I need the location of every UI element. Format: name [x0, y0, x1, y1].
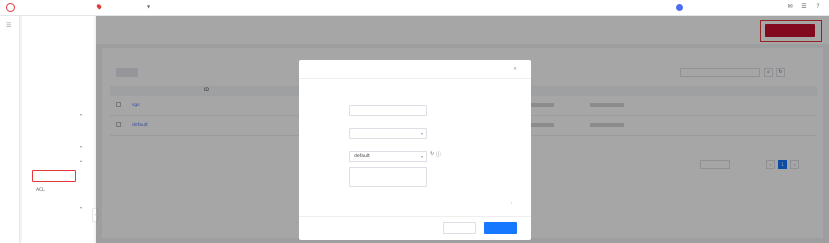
- settings-icon[interactable]: ☰: [800, 3, 808, 11]
- divider: [299, 78, 531, 79]
- name-field[interactable]: [349, 105, 427, 116]
- sidebar-item-security-group[interactable]: [32, 170, 76, 182]
- chevron-down-icon[interactable]: ▾: [80, 144, 82, 149]
- icon-rail: ☰: [0, 16, 20, 243]
- close-icon[interactable]: ×: [513, 66, 517, 72]
- cancel-button[interactable]: [443, 222, 476, 234]
- help-icon[interactable]: ⓘ: [436, 151, 441, 158]
- description-textarea[interactable]: [349, 167, 427, 187]
- project-value: default: [354, 154, 370, 159]
- menu-icon[interactable]: ☰: [6, 22, 11, 29]
- chevron-down-icon[interactable]: ▾: [80, 112, 82, 117]
- cloud-logo-icon[interactable]: [6, 3, 15, 12]
- chevron-down-icon: ▾: [420, 154, 423, 159]
- divider: [299, 216, 531, 217]
- location-pin-icon: [95, 3, 103, 10]
- refresh-icon[interactable]: ↻: [430, 151, 434, 157]
- message-icon[interactable]: ✉: [786, 3, 794, 11]
- confirm-button[interactable]: [484, 222, 517, 234]
- chevron-right-icon[interactable]: ›: [511, 200, 513, 205]
- sidebar-item-acl[interactable]: ACL: [36, 188, 45, 193]
- avatar[interactable]: [676, 4, 683, 11]
- top-bar: ▼ ✉ ☰ ?: [0, 0, 829, 16]
- create-security-group-dialog: × ▾ default ▾ ↻ ⓘ ›: [299, 60, 531, 240]
- sidebar: ▾ ▾ ▴ ACL ▾: [22, 16, 94, 243]
- chevron-down-icon[interactable]: ▾: [80, 205, 82, 210]
- template-select[interactable]: ▾: [349, 128, 427, 139]
- chevron-up-icon[interactable]: ▴: [80, 158, 82, 163]
- project-select[interactable]: default ▾: [349, 151, 427, 162]
- chevron-down-icon[interactable]: ▼: [147, 4, 150, 9]
- chevron-down-icon: ▾: [420, 131, 423, 136]
- help-icon[interactable]: ?: [814, 3, 822, 11]
